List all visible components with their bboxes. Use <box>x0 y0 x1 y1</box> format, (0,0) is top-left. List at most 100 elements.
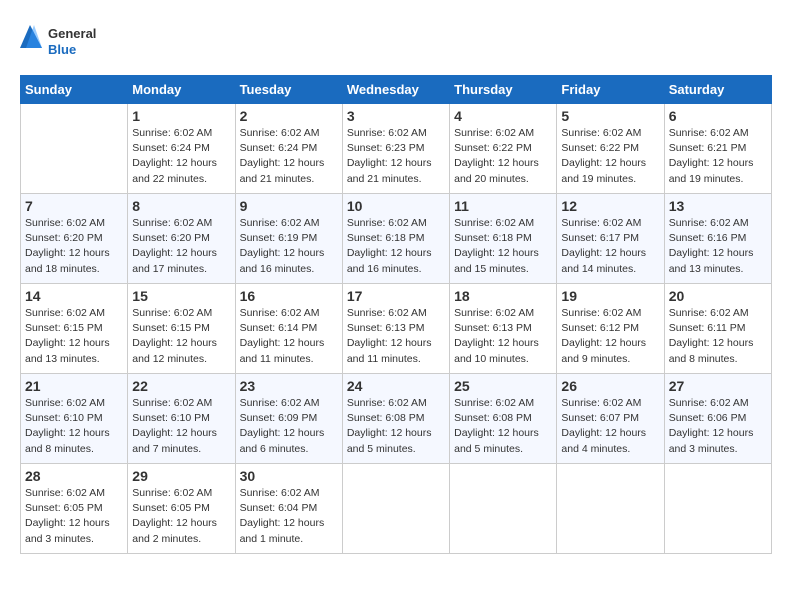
day-info: Sunrise: 6:02 AMSunset: 6:09 PMDaylight:… <box>240 396 338 457</box>
weekday-header-saturday: Saturday <box>664 76 771 104</box>
day-info: Sunrise: 6:02 AMSunset: 6:20 PMDaylight:… <box>132 216 230 277</box>
day-info: Sunrise: 6:02 AMSunset: 6:13 PMDaylight:… <box>454 306 552 367</box>
day-number: 5 <box>561 108 659 124</box>
day-number: 30 <box>240 468 338 484</box>
calendar-cell: 18 Sunrise: 6:02 AMSunset: 6:13 PMDayligh… <box>450 284 557 374</box>
calendar-cell: 1 Sunrise: 6:02 AMSunset: 6:24 PMDaylight… <box>128 104 235 194</box>
day-number: 19 <box>561 288 659 304</box>
calendar-cell: 24 Sunrise: 6:02 AMSunset: 6:08 PMDayligh… <box>342 374 449 464</box>
day-number: 16 <box>240 288 338 304</box>
weekday-header-tuesday: Tuesday <box>235 76 342 104</box>
day-number: 23 <box>240 378 338 394</box>
weekday-header-sunday: Sunday <box>21 76 128 104</box>
day-number: 7 <box>25 198 123 214</box>
calendar-cell <box>342 464 449 554</box>
calendar-cell: 20Sunrise: 6:02 AMSunset: 6:11 PMDayligh… <box>664 284 771 374</box>
calendar-cell: 11 Sunrise: 6:02 AMSunset: 6:18 PMDayligh… <box>450 194 557 284</box>
header: General Blue <box>20 20 772 65</box>
day-info: Sunrise: 6:02 AMSunset: 6:14 PMDaylight:… <box>240 306 338 367</box>
day-info: Sunrise: 6:02 AMSunset: 6:17 PMDaylight:… <box>561 216 659 277</box>
day-info: Sunrise: 6:02 AMSunset: 6:16 PMDaylight:… <box>669 216 767 277</box>
calendar-cell <box>450 464 557 554</box>
calendar-cell: 23 Sunrise: 6:02 AMSunset: 6:09 PMDayligh… <box>235 374 342 464</box>
day-info: Sunrise: 6:02 AMSunset: 6:05 PMDaylight:… <box>25 486 123 547</box>
day-number: 6 <box>669 108 767 124</box>
day-number: 14 <box>25 288 123 304</box>
calendar-cell: 7Sunrise: 6:02 AMSunset: 6:20 PMDaylight… <box>21 194 128 284</box>
day-info: Sunrise: 6:02 AMSunset: 6:10 PMDaylight:… <box>132 396 230 457</box>
calendar-table: SundayMondayTuesdayWednesdayThursdayFrid… <box>20 75 772 554</box>
weekday-header-monday: Monday <box>128 76 235 104</box>
day-info: Sunrise: 6:02 AMSunset: 6:08 PMDaylight:… <box>347 396 445 457</box>
week-row-3: 14 Sunrise: 6:02 AMSunset: 6:15 PMDayligh… <box>21 284 772 374</box>
day-info: Sunrise: 6:02 AMSunset: 6:11 PMDaylight:… <box>669 306 767 367</box>
day-info: Sunrise: 6:02 AMSunset: 6:15 PMDaylight:… <box>25 306 123 367</box>
calendar-cell <box>664 464 771 554</box>
calendar-cell: 8 Sunrise: 6:02 AMSunset: 6:20 PMDaylight… <box>128 194 235 284</box>
calendar-cell: 25 Sunrise: 6:02 AMSunset: 6:08 PMDayligh… <box>450 374 557 464</box>
day-number: 17 <box>347 288 445 304</box>
week-row-1: 1 Sunrise: 6:02 AMSunset: 6:24 PMDaylight… <box>21 104 772 194</box>
calendar-cell: 13 Sunrise: 6:02 AMSunset: 6:16 PMDayligh… <box>664 194 771 284</box>
weekday-header-friday: Friday <box>557 76 664 104</box>
logo: General Blue <box>20 20 100 65</box>
calendar-cell: 10Sunrise: 6:02 AMSunset: 6:18 PMDayligh… <box>342 194 449 284</box>
day-info: Sunrise: 6:02 AMSunset: 6:22 PMDaylight:… <box>561 126 659 187</box>
day-number: 26 <box>561 378 659 394</box>
day-number: 9 <box>240 198 338 214</box>
calendar-cell: 29 Sunrise: 6:02 AMSunset: 6:05 PMDayligh… <box>128 464 235 554</box>
day-info: Sunrise: 6:02 AMSunset: 6:07 PMDaylight:… <box>561 396 659 457</box>
calendar-cell: 19 Sunrise: 6:02 AMSunset: 6:12 PMDayligh… <box>557 284 664 374</box>
day-info: Sunrise: 6:02 AMSunset: 6:12 PMDaylight:… <box>561 306 659 367</box>
calendar-cell: 15Sunrise: 6:02 AMSunset: 6:15 PMDayligh… <box>128 284 235 374</box>
calendar-cell: 26 Sunrise: 6:02 AMSunset: 6:07 PMDayligh… <box>557 374 664 464</box>
day-number: 8 <box>132 198 230 214</box>
day-number: 12 <box>561 198 659 214</box>
calendar-cell: 9 Sunrise: 6:02 AMSunset: 6:19 PMDaylight… <box>235 194 342 284</box>
calendar-cell: 6 Sunrise: 6:02 AMSunset: 6:21 PMDaylight… <box>664 104 771 194</box>
calendar-cell: 27Sunrise: 6:02 AMSunset: 6:06 PMDayligh… <box>664 374 771 464</box>
calendar-cell: 22 Sunrise: 6:02 AMSunset: 6:10 PMDayligh… <box>128 374 235 464</box>
day-number: 1 <box>132 108 230 124</box>
calendar-cell: 4 Sunrise: 6:02 AMSunset: 6:22 PMDaylight… <box>450 104 557 194</box>
calendar-cell: 28 Sunrise: 6:02 AMSunset: 6:05 PMDayligh… <box>21 464 128 554</box>
calendar-cell: 30 Sunrise: 6:02 AMSunset: 6:04 PMDayligh… <box>235 464 342 554</box>
day-info: Sunrise: 6:02 AMSunset: 6:06 PMDaylight:… <box>669 396 767 457</box>
day-number: 25 <box>454 378 552 394</box>
day-number: 22 <box>132 378 230 394</box>
week-row-4: 21Sunrise: 6:02 AMSunset: 6:10 PMDayligh… <box>21 374 772 464</box>
day-info: Sunrise: 6:02 AMSunset: 6:04 PMDaylight:… <box>240 486 338 547</box>
day-number: 11 <box>454 198 552 214</box>
day-info: Sunrise: 6:02 AMSunset: 6:10 PMDaylight:… <box>25 396 123 457</box>
day-info: Sunrise: 6:02 AMSunset: 6:18 PMDaylight:… <box>347 216 445 277</box>
week-row-2: 7 Sunrise: 6:02 AMSunset: 6:20 PMDaylight… <box>21 194 772 284</box>
calendar-cell: 12 Sunrise: 6:02 AMSunset: 6:17 PMDayligh… <box>557 194 664 284</box>
day-number: 2 <box>240 108 338 124</box>
calendar-cell: 16 Sunrise: 6:02 AMSunset: 6:14 PMDayligh… <box>235 284 342 374</box>
day-number: 29 <box>132 468 230 484</box>
calendar-cell <box>557 464 664 554</box>
day-info: Sunrise: 6:02 AMSunset: 6:13 PMDaylight:… <box>347 306 445 367</box>
day-number: 4 <box>454 108 552 124</box>
day-info: Sunrise: 6:02 AMSunset: 6:19 PMDaylight:… <box>240 216 338 277</box>
day-number: 15 <box>132 288 230 304</box>
week-row-5: 28 Sunrise: 6:02 AMSunset: 6:05 PMDayligh… <box>21 464 772 554</box>
day-info: Sunrise: 6:02 AMSunset: 6:24 PMDaylight:… <box>132 126 230 187</box>
calendar-cell: 3 Sunrise: 6:02 AMSunset: 6:23 PMDaylight… <box>342 104 449 194</box>
weekday-header-thursday: Thursday <box>450 76 557 104</box>
day-number: 24 <box>347 378 445 394</box>
day-info: Sunrise: 6:02 AMSunset: 6:08 PMDaylight:… <box>454 396 552 457</box>
svg-text:General: General <box>48 26 96 41</box>
day-number: 13 <box>669 198 767 214</box>
day-info: Sunrise: 6:02 AMSunset: 6:05 PMDaylight:… <box>132 486 230 547</box>
day-info: Sunrise: 6:02 AMSunset: 6:18 PMDaylight:… <box>454 216 552 277</box>
day-info: Sunrise: 6:02 AMSunset: 6:23 PMDaylight:… <box>347 126 445 187</box>
calendar-cell: 21Sunrise: 6:02 AMSunset: 6:10 PMDayligh… <box>21 374 128 464</box>
day-info: Sunrise: 6:02 AMSunset: 6:21 PMDaylight:… <box>669 126 767 187</box>
day-number: 3 <box>347 108 445 124</box>
calendar-cell: 5 Sunrise: 6:02 AMSunset: 6:22 PMDaylight… <box>557 104 664 194</box>
day-number: 28 <box>25 468 123 484</box>
day-number: 18 <box>454 288 552 304</box>
calendar-cell: 2Sunrise: 6:02 AMSunset: 6:24 PMDaylight… <box>235 104 342 194</box>
day-info: Sunrise: 6:02 AMSunset: 6:22 PMDaylight:… <box>454 126 552 187</box>
